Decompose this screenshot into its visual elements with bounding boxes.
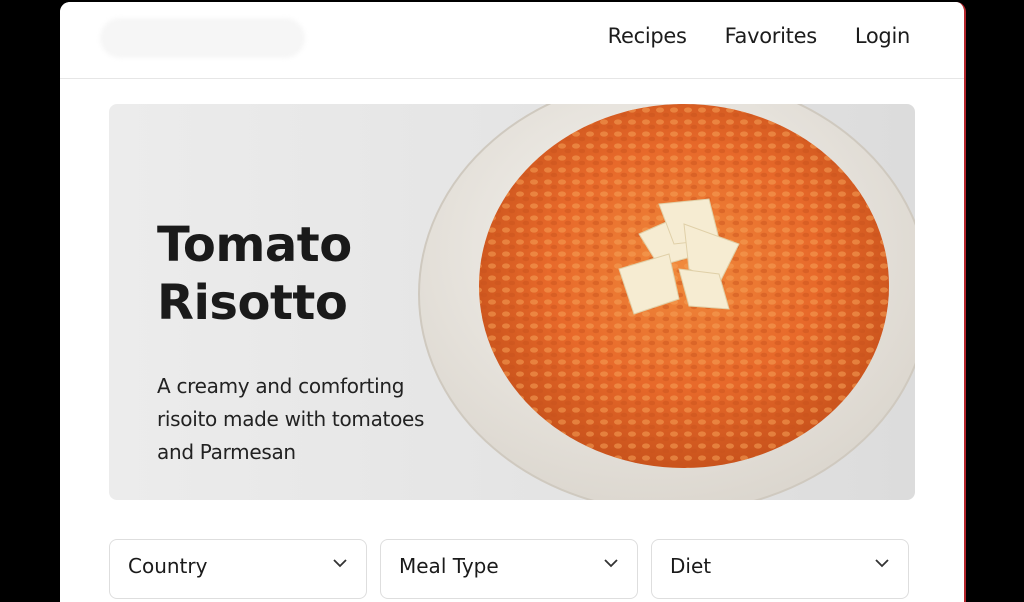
recipe-title: Tomato Risotto <box>157 217 352 331</box>
chevron-down-icon <box>333 559 347 568</box>
app-window: Recipes Favorites Login Tomato Risotto A… <box>60 2 966 602</box>
filter-bar: Country Meal Type Diet <box>109 539 909 599</box>
diet-filter-dropdown[interactable]: Diet <box>651 539 909 599</box>
nav-link-recipes[interactable]: Recipes <box>608 24 687 48</box>
filter-label: Diet <box>670 554 712 578</box>
nav-link-favorites[interactable]: Favorites <box>725 24 817 48</box>
hero-banner[interactable]: Tomato Risotto A creamy and comforting r… <box>109 104 915 500</box>
filter-label: Meal Type <box>399 554 499 578</box>
filter-label: Country <box>128 554 208 578</box>
nav-link-login[interactable]: Login <box>855 24 910 48</box>
risotto-bowl-image <box>418 104 915 500</box>
recipe-description: A creamy and comforting risoito made wit… <box>157 374 425 464</box>
chevron-down-icon <box>875 559 889 568</box>
meal-type-filter-dropdown[interactable]: Meal Type <box>380 539 638 599</box>
top-navigation-bar: Recipes Favorites Login <box>60 2 964 79</box>
chevron-down-icon <box>604 559 618 568</box>
country-filter-dropdown[interactable]: Country <box>109 539 367 599</box>
main-nav: Recipes Favorites Login <box>608 24 911 48</box>
site-logo[interactable] <box>100 18 305 58</box>
